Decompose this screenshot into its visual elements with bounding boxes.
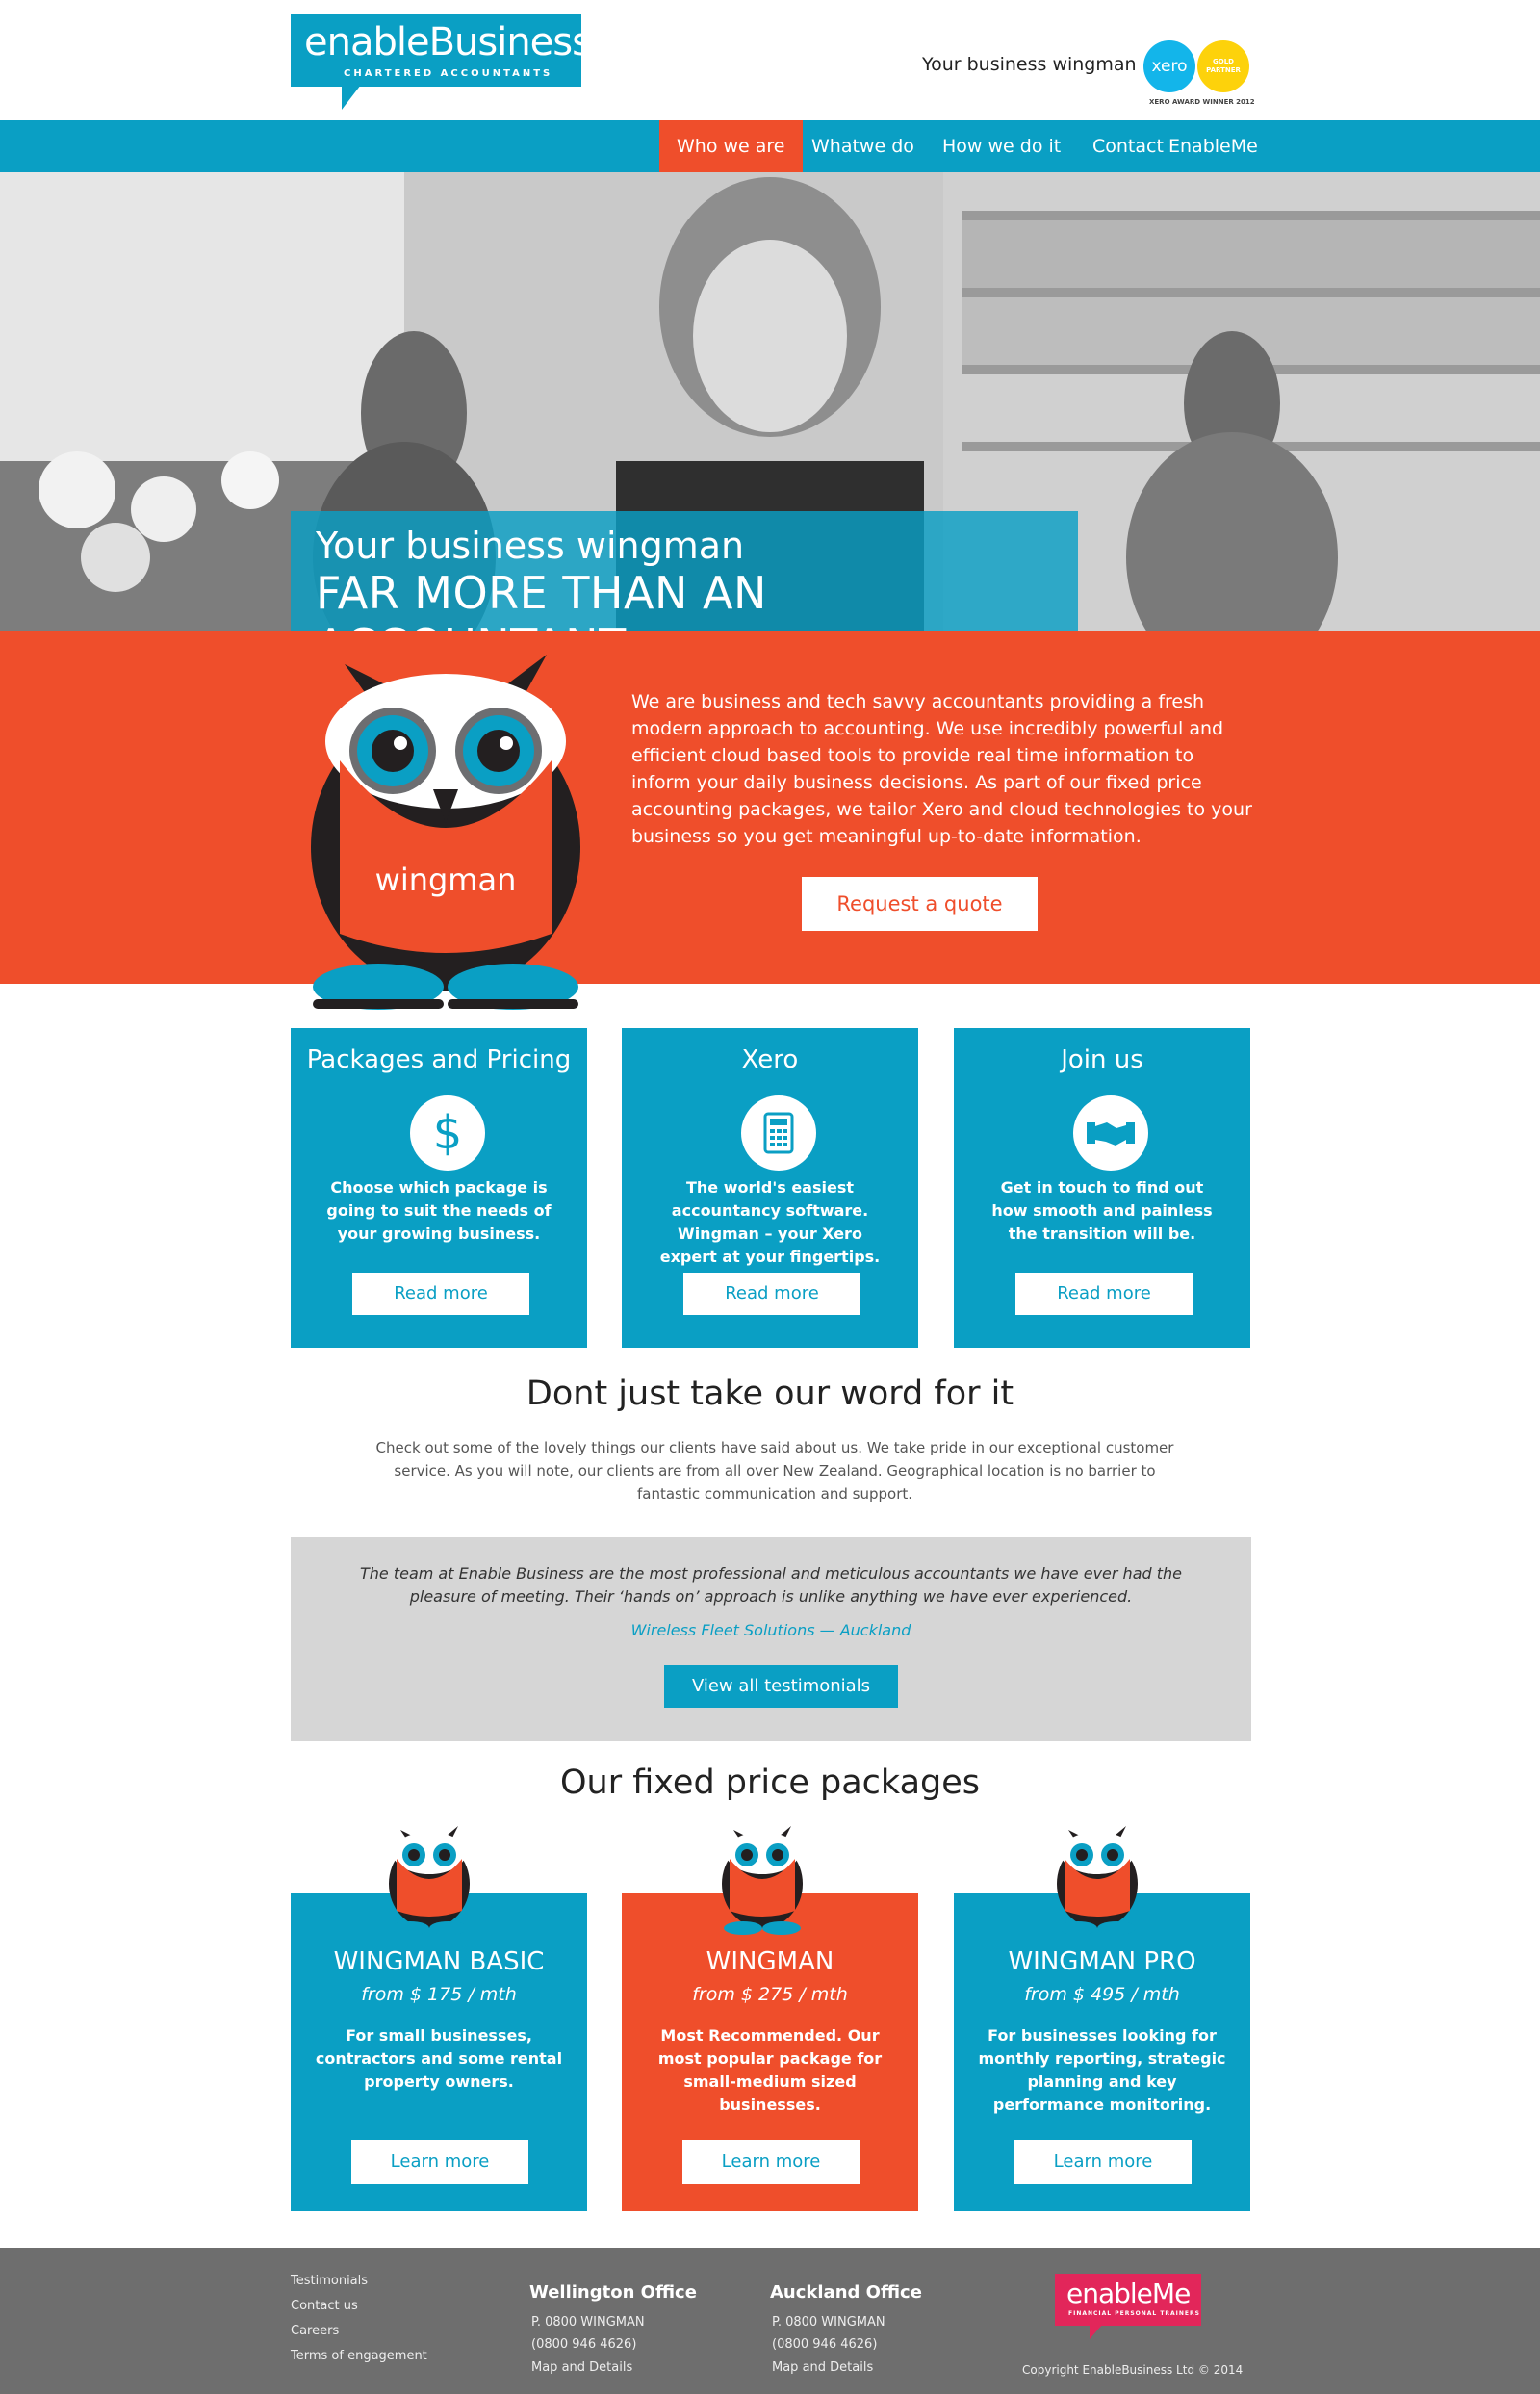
- testimonial-box: The team at Enable Business are the most…: [291, 1537, 1251, 1741]
- package-card-wingman: WINGMAN from $ 275 / mth Most Recommende…: [622, 1893, 918, 2211]
- footer-link-contact[interactable]: Contact us: [291, 2299, 358, 2313]
- package-description: Most Recommended. Our most popular packa…: [657, 2026, 883, 2114]
- footer-link-terms[interactable]: Terms of engagement: [291, 2349, 427, 2363]
- testimonial-quote: The team at Enable Business are the most…: [359, 1564, 1182, 1606]
- package-description: For businesses looking for monthly repor…: [978, 2026, 1226, 2114]
- card-title: Xero: [741, 1045, 799, 1074]
- testimonial-author: Wireless Fleet Solutions — Auckland: [630, 1621, 911, 1639]
- gold-partner-icon: GOLD PARTNER: [1197, 40, 1249, 92]
- package-description: For small businesses, contractors and so…: [315, 2026, 563, 2091]
- xero-read-more-button[interactable]: Read more: [683, 1273, 860, 1315]
- owl-mascot-icon: [722, 1826, 803, 1935]
- wellington-phone: P. 0800 WINGMAN: [531, 2315, 645, 2330]
- xero-card: Xero The world's easiest accountancy sof…: [622, 1028, 918, 1348]
- card-text: The world's easiest accountancy software…: [659, 1178, 881, 1266]
- package-price: from $ 175 / mth: [361, 1984, 517, 2005]
- nav-how-we-do-it[interactable]: How we do it: [925, 120, 1078, 172]
- auckland-office-title: Auckland Office: [770, 2282, 922, 2303]
- nav-enableme[interactable]: EnableMe: [1151, 120, 1275, 172]
- wellington-office-title: Wellington Office: [529, 2282, 697, 2303]
- intro-text: We are business and tech savvy accountan…: [631, 691, 1252, 847]
- card-text: Choose which package is going to suit th…: [326, 1178, 552, 1243]
- xero-logo-icon: xero: [1143, 40, 1195, 92]
- auckland-phone: P. 0800 WINGMAN: [772, 2315, 886, 2330]
- footer-link-careers[interactable]: Careers: [291, 2324, 339, 2338]
- card-text: Get in touch to find out how smooth and …: [991, 1178, 1213, 1243]
- pro-learn-more-button[interactable]: Learn more: [1014, 2140, 1192, 2184]
- owl-wingman-label: wingman: [375, 862, 517, 898]
- packages-pricing-card: Packages and Pricing $ Choose which pack…: [291, 1028, 587, 1348]
- enablebusiness-logo[interactable]: enableBusiness CHARTERED ACCOUNTANTS: [291, 14, 592, 87]
- package-card-pro: WINGMAN PRO from $ 495 / mth For busines…: [954, 1893, 1250, 2211]
- package-name: WINGMAN PRO: [1008, 1947, 1196, 1976]
- dollar-icon: $: [410, 1095, 485, 1171]
- owl-mascot-icon: [389, 1826, 470, 1935]
- card-title: Join us: [1061, 1045, 1143, 1074]
- hero-banner: Your business wingman FAR MORE THAN AN A…: [0, 172, 1540, 631]
- wingman-owl-mascot: wingman: [311, 655, 580, 1010]
- join-us-read-more-button[interactable]: Read more: [1015, 1273, 1193, 1315]
- handshake-icon: [1073, 1095, 1148, 1171]
- copyright-text: Copyright EnableBusiness Ltd © 2014: [1022, 2363, 1244, 2377]
- package-name: WINGMAN: [706, 1947, 834, 1976]
- hero-caption: Your business wingman FAR MORE THAN AN A…: [291, 511, 1078, 631]
- testimonials-intro: Check out some of the lovely things our …: [375, 1439, 1174, 1503]
- auckland-number: (0800 946 4626): [772, 2337, 878, 2352]
- header-tagline: Your business wingman: [922, 54, 1137, 75]
- wellington-number: (0800 946 4626): [531, 2337, 637, 2352]
- hero-subtitle: Your business wingman: [316, 525, 745, 567]
- logo-speech-tail: [342, 85, 361, 110]
- package-price: from $ 275 / mth: [692, 1984, 848, 2005]
- package-price: from $ 495 / mth: [1024, 1984, 1180, 2005]
- view-all-testimonials-button[interactable]: View all testimonials: [664, 1665, 898, 1708]
- wellington-map-link[interactable]: Map and Details: [531, 2360, 632, 2375]
- intro-section: We are business and tech savvy accountan…: [0, 631, 1540, 984]
- request-quote-button[interactable]: Request a quote: [802, 877, 1038, 931]
- join-us-card: Join us Get in touch to find out how smo…: [954, 1028, 1250, 1348]
- package-card-basic: WINGMAN BASIC from $ 175 / mth For small…: [291, 1893, 587, 2211]
- calculator-icon: [741, 1095, 816, 1171]
- site-header: enableBusiness CHARTERED ACCOUNTANTS You…: [0, 0, 1540, 120]
- wingman-learn-more-button[interactable]: Learn more: [682, 2140, 860, 2184]
- nav-what-we-do[interactable]: Whatwe do: [794, 120, 932, 172]
- package-name: WINGMAN BASIC: [333, 1947, 545, 1976]
- basic-learn-more-button[interactable]: Learn more: [351, 2140, 528, 2184]
- auckland-map-link[interactable]: Map and Details: [772, 2360, 873, 2375]
- enableme-subtitle: FINANCIAL PERSONAL TRAINERS: [1068, 2310, 1200, 2317]
- hero-title: FAR MORE THAN AN ACCOUNTANT: [316, 567, 767, 631]
- packages-heading: Our fixed price packages: [559, 1763, 981, 1802]
- logo-subtitle: CHARTERED ACCOUNTANTS: [344, 68, 553, 79]
- enableme-logo[interactable]: enableMe FINANCIAL PERSONAL TRAINERS: [1055, 2274, 1201, 2326]
- nav-who-we-are[interactable]: Who we are: [659, 120, 803, 172]
- card-title: Packages and Pricing: [306, 1045, 572, 1074]
- logo-wordmark: enableBusiness: [304, 20, 592, 64]
- xero-award-text: XERO AWARD WINNER 2012: [1149, 98, 1255, 106]
- footer-link-testimonials[interactable]: Testimonials: [291, 2274, 368, 2288]
- enableme-speech-tail: [1090, 2324, 1103, 2339]
- testimonials-heading: Dont just take our word for it: [526, 1375, 1014, 1413]
- packages-read-more-button[interactable]: Read more: [352, 1273, 529, 1315]
- enableme-wordmark: enableMe: [1066, 2278, 1191, 2309]
- owl-mascot-icon: [1057, 1826, 1138, 1935]
- site-footer: Testimonials Contact us Careers Terms of…: [0, 2248, 1540, 2394]
- xero-partner-badge: xero GOLD PARTNER XERO AWARD WINNER 2012: [1143, 40, 1255, 112]
- main-nav: Who we are Whatwe do How we do it Contac…: [0, 120, 1540, 172]
